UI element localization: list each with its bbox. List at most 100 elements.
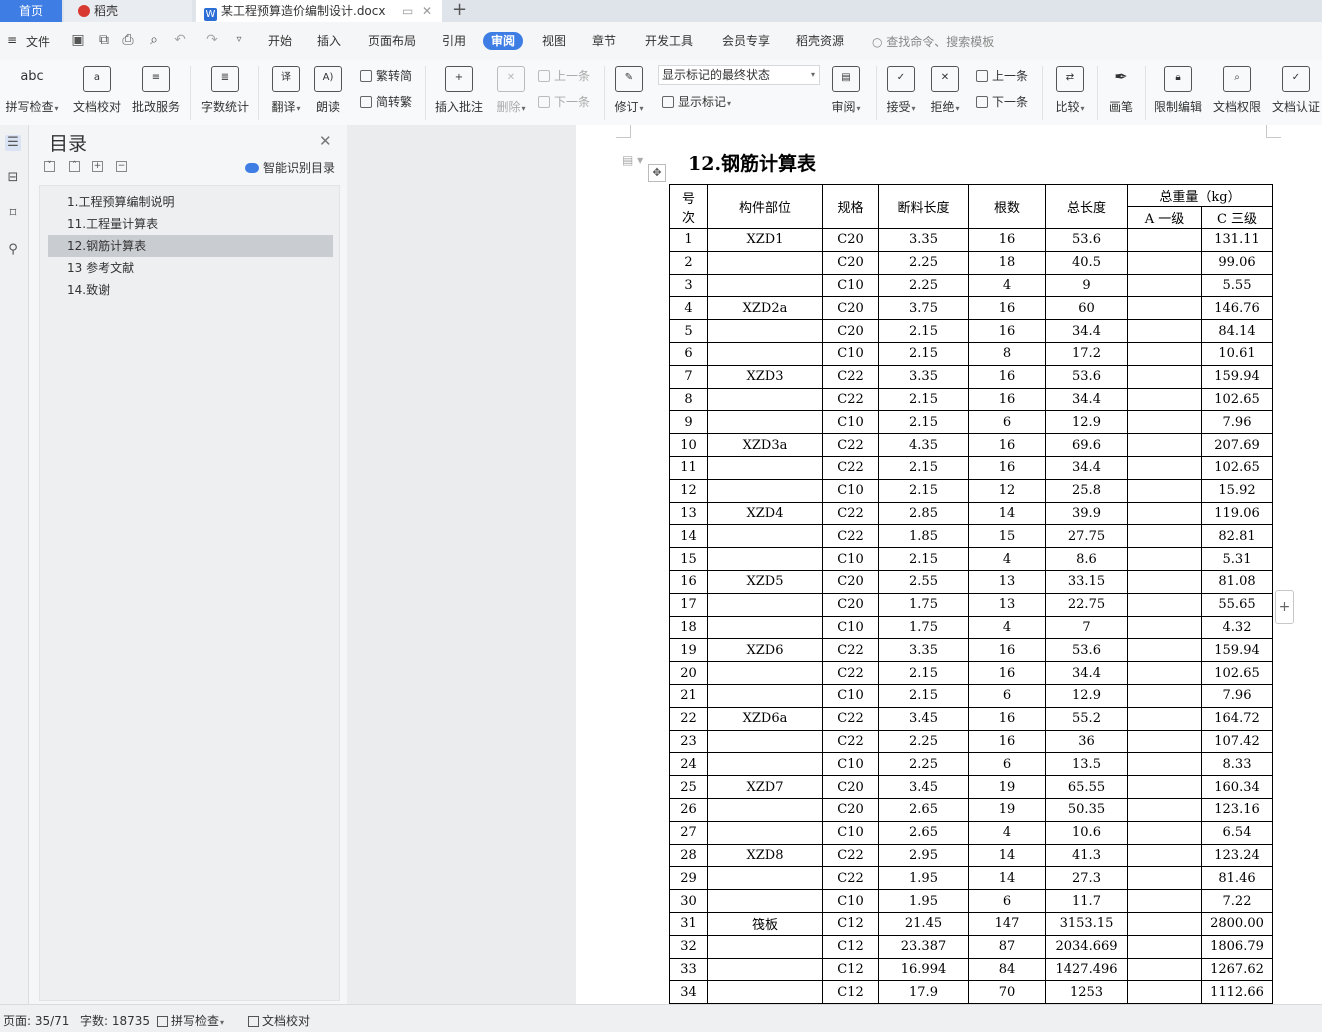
menu-tab-insert[interactable]: 插入 [317,32,341,50]
cell-no[interactable]: 12 [669,478,708,503]
cell-part[interactable] [707,683,823,708]
cell-no[interactable]: 10 [669,433,708,457]
cell-grade-c[interactable]: 82.81 [1201,524,1273,549]
cell-total-length[interactable]: 34.4 [1045,387,1128,412]
cell-grade-c[interactable]: 81.08 [1201,569,1273,594]
cell-grade-a[interactable] [1127,957,1202,982]
cell-grade-a[interactable] [1127,911,1202,936]
cell-total-length[interactable]: 34.4 [1045,319,1128,343]
cell-count[interactable]: 16 [968,455,1046,480]
cell-spec[interactable]: C12 [822,911,879,936]
cell-grade-c[interactable]: 1112.66 [1201,980,1273,1004]
cell-grade-a[interactable] [1127,501,1202,526]
cell-count[interactable]: 4 [968,547,1046,571]
cell-count[interactable]: 6 [968,683,1046,708]
cell-grade-a[interactable] [1127,410,1202,435]
cell-cut-length[interactable]: 3.45 [878,775,969,799]
delete-comment-button[interactable]: ✕ 删除▾ [481,64,541,120]
cell-no[interactable]: 13 [669,501,708,526]
cell-grade-c[interactable]: 7.96 [1201,410,1273,435]
menu-tab-review[interactable]: 审阅 [483,32,524,50]
cell-total-length[interactable]: 8.6 [1045,547,1128,571]
cell-count[interactable]: 70 [968,980,1046,1004]
reject-button[interactable]: ✕ 拒绝▾ [915,64,975,120]
cell-spec[interactable]: C22 [822,706,879,731]
cell-no[interactable]: 22 [669,706,708,731]
cell-cut-length[interactable]: 2.95 [878,843,969,868]
prev-comment-button[interactable]: 上一条 [538,67,590,85]
cell-spec[interactable]: C20 [822,569,879,594]
cell-cut-length[interactable]: 3.35 [878,638,969,663]
cell-total-length[interactable]: 33.15 [1045,569,1128,594]
cell-grade-c[interactable]: 5.31 [1201,547,1273,571]
cell-no[interactable]: 33 [669,957,708,982]
cell-grade-a[interactable] [1127,934,1202,959]
cell-grade-c[interactable]: 102.65 [1201,661,1273,685]
document-page[interactable]: ▤ ▾ 12.钢筋计算表 ✥ 号次 构件部位 规格 断料长度 根数 总长度 总重… [576,125,1322,1004]
export-pdf-icon[interactable]: ⧉ [96,32,112,48]
cell-grade-a[interactable] [1127,889,1202,913]
cell-no[interactable]: 24 [669,752,708,777]
cell-count[interactable]: 16 [968,228,1046,252]
cell-grade-c[interactable]: 2800.00 [1201,911,1273,936]
cell-spec[interactable]: C20 [822,319,879,343]
cell-cut-length[interactable]: 2.15 [878,683,969,708]
cell-spec[interactable]: C22 [822,387,879,412]
cell-count[interactable]: 16 [968,706,1046,731]
cell-cut-length[interactable]: 2.15 [878,387,969,412]
cell-part[interactable]: XZD6 [707,638,823,663]
cell-grade-c[interactable]: 15.92 [1201,478,1273,503]
cell-no[interactable]: 2 [669,250,708,275]
cell-part[interactable] [707,250,823,275]
cell-grade-c[interactable]: 159.94 [1201,364,1273,389]
cell-count[interactable]: 16 [968,433,1046,457]
cell-grade-a[interactable] [1127,820,1202,845]
cell-count[interactable]: 6 [968,752,1046,777]
cell-grade-a[interactable] [1127,455,1202,480]
cell-grade-c[interactable]: 8.33 [1201,752,1273,777]
cell-no[interactable]: 34 [669,980,708,1004]
cell-no[interactable]: 19 [669,638,708,663]
cell-part[interactable]: XZD5 [707,569,823,594]
cell-grade-a[interactable] [1127,592,1202,617]
cell-cut-length[interactable]: 1.75 [878,615,969,640]
paragraph-doc-icon[interactable]: ▤ ▾ [622,153,643,167]
cell-cut-length[interactable]: 16.994 [878,957,969,982]
cell-grade-c[interactable]: 5.55 [1201,273,1273,298]
cell-count[interactable]: 4 [968,615,1046,640]
cell-cut-length[interactable]: 3.35 [878,364,969,389]
cell-grade-a[interactable] [1127,228,1202,252]
cell-spec[interactable]: C10 [822,889,879,913]
cell-count[interactable]: 16 [968,729,1046,754]
restrict-edit-button[interactable]: 🔒︎ 限制编辑 [1148,64,1208,120]
menu-tab-references[interactable]: 引用 [442,32,466,50]
cell-count[interactable]: 14 [968,866,1046,891]
cell-cut-length[interactable]: 23.387 [878,934,969,959]
cell-part[interactable]: XZD2a [707,296,823,321]
prev-change-button[interactable]: 上一条 [976,67,1028,85]
cell-spec[interactable]: C10 [822,273,879,298]
toc-item-selected[interactable]: 12.钢筋计算表 [48,235,333,257]
cell-grade-a[interactable] [1127,843,1202,868]
cell-part[interactable] [707,455,823,480]
cell-no[interactable]: 5 [669,319,708,343]
window-icon[interactable]: ▭ [402,0,413,22]
track-changes-button[interactable]: ✎ 修订▾ [599,64,659,120]
pen-button[interactable]: ✒ 画笔 [1091,64,1151,120]
toc-item[interactable]: 11.工程量计算表 [48,213,333,235]
cell-grade-c[interactable]: 99.06 [1201,250,1273,275]
table-move-handle-icon[interactable]: ✥ [648,164,666,182]
cell-cut-length[interactable]: 2.15 [878,547,969,571]
cell-grade-a[interactable] [1127,752,1202,777]
cell-no[interactable]: 23 [669,729,708,754]
cell-count[interactable]: 6 [968,410,1046,435]
cell-grade-c[interactable]: 102.65 [1201,387,1273,412]
cell-grade-a[interactable] [1127,296,1202,321]
cell-no[interactable]: 4 [669,296,708,321]
revise-service-button[interactable]: ≡ 批改服务 [126,64,186,120]
cell-part[interactable] [707,547,823,571]
cell-cut-length[interactable]: 1.75 [878,592,969,617]
cell-grade-c[interactable]: 123.24 [1201,843,1273,868]
cell-grade-a[interactable] [1127,433,1202,457]
cell-count[interactable]: 19 [968,797,1046,822]
